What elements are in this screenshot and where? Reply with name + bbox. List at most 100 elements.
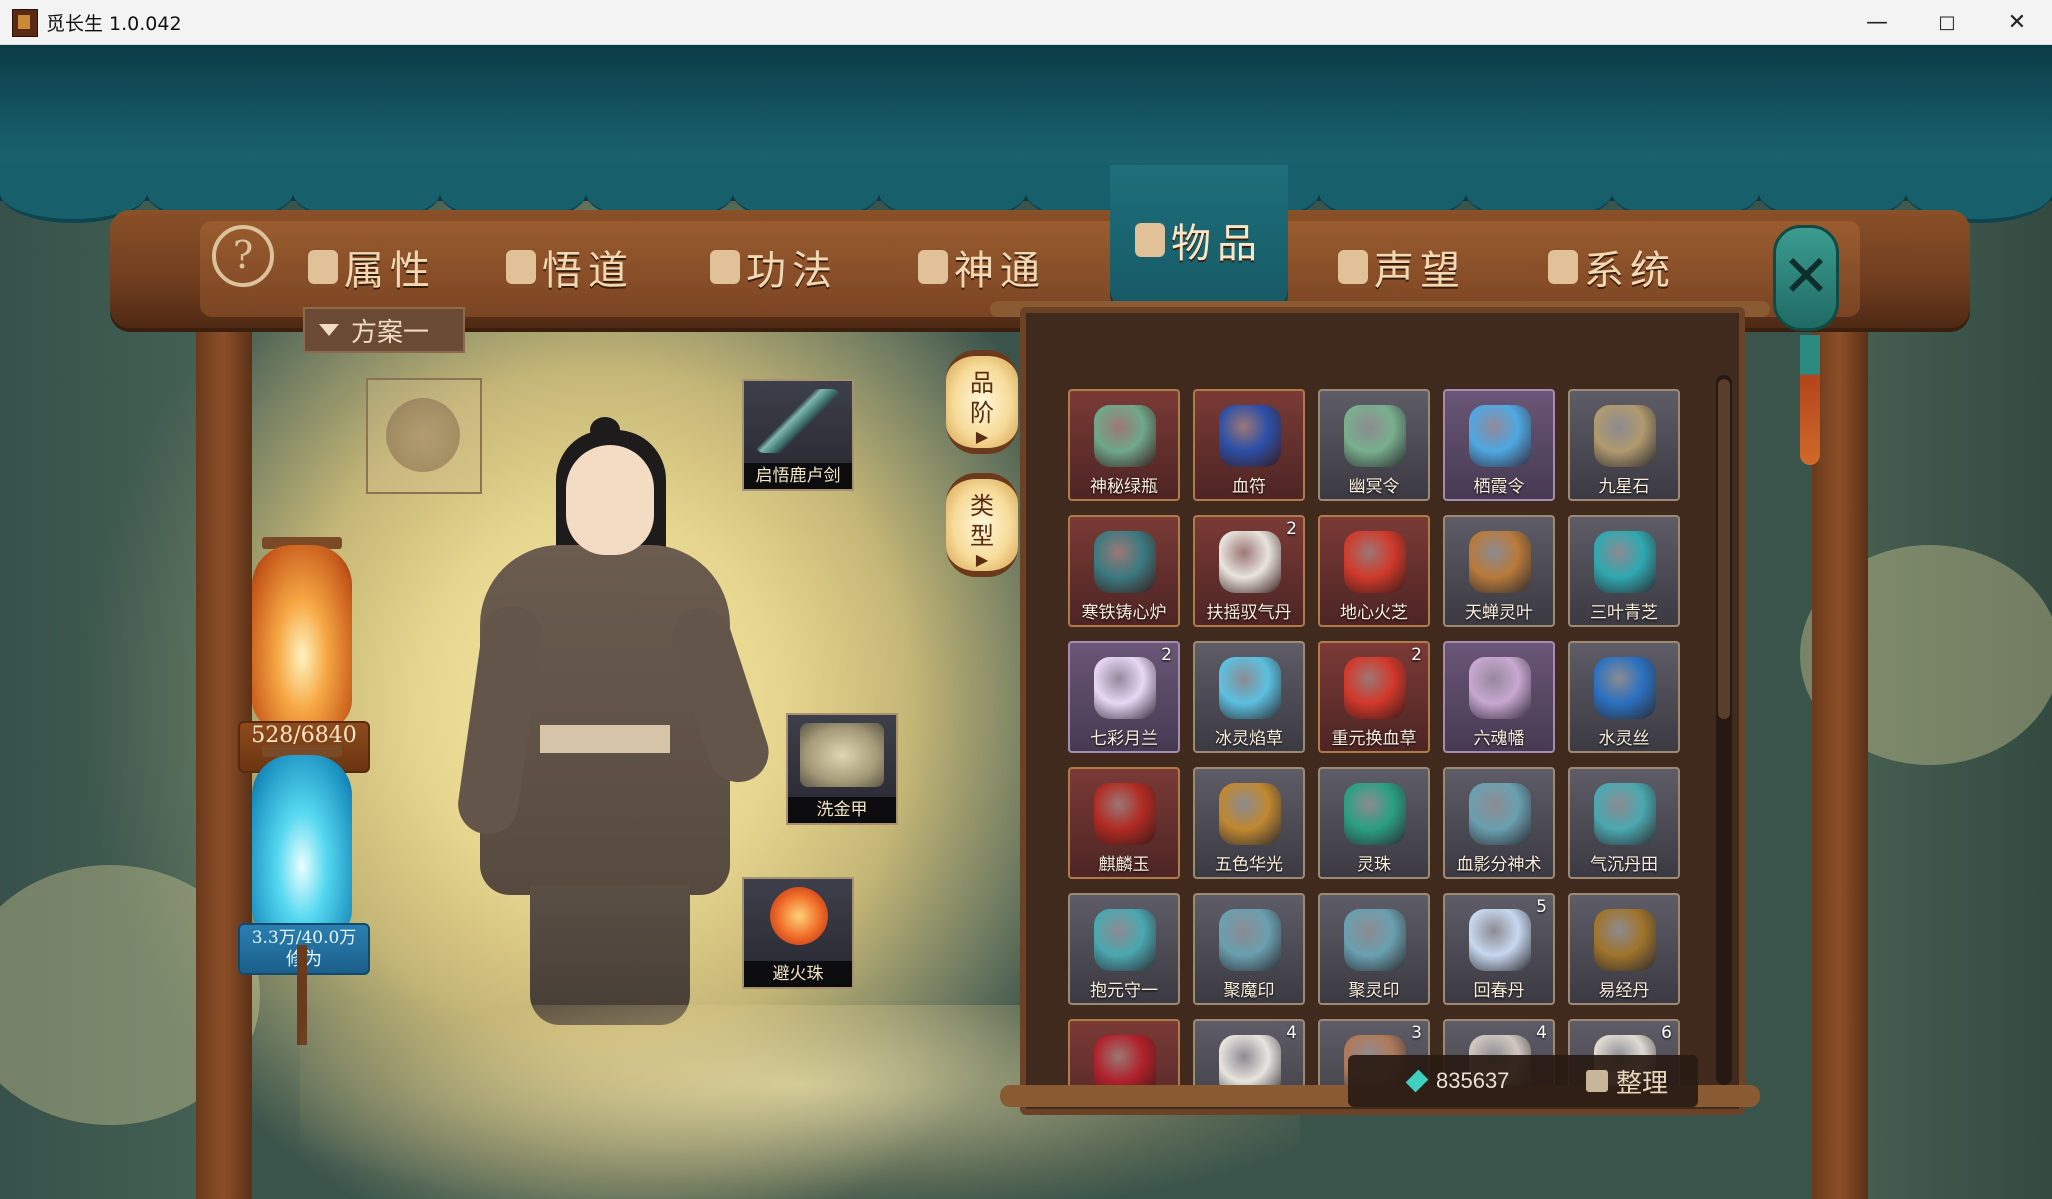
inventory-item[interactable]: 4 xyxy=(1193,1019,1305,1089)
item-name: 九星石 xyxy=(1598,477,1650,497)
panel-close-button[interactable]: ✕ xyxy=(1773,225,1839,331)
item-name: 幽冥令 xyxy=(1348,477,1400,497)
item-icon xyxy=(1344,657,1406,719)
hat-slot[interactable] xyxy=(366,378,482,494)
tab-enlightenment[interactable]: 悟道 xyxy=(506,223,634,311)
tab-items[interactable]: 物品 xyxy=(1110,165,1288,315)
item-name: 七彩月兰 xyxy=(1090,729,1158,749)
scrollbar-thumb[interactable] xyxy=(1718,379,1730,719)
currency-value: 835637 xyxy=(1436,1068,1510,1093)
item-count: 2 xyxy=(1411,645,1422,665)
gear-icon xyxy=(1548,250,1578,284)
item-name: 栖霞令 xyxy=(1473,477,1525,497)
help-button[interactable]: ? xyxy=(212,225,274,287)
item-icon xyxy=(1094,405,1156,467)
sort-icon xyxy=(1586,1070,1608,1092)
item-icon xyxy=(1469,405,1531,467)
inventory-item[interactable]: 血影分神术 xyxy=(1443,767,1555,879)
inventory-item[interactable]: 聚魔印 xyxy=(1193,893,1305,1005)
sword-icon xyxy=(756,389,840,453)
item-name: 三叶青芝 xyxy=(1590,603,1658,623)
inventory-item[interactable] xyxy=(1068,1019,1180,1089)
item-icon xyxy=(1594,531,1656,593)
plan-dropdown[interactable]: 方案一 xyxy=(303,307,465,353)
accessory-slot[interactable]: 避火珠 xyxy=(742,877,854,989)
inventory-item[interactable]: 水灵丝 xyxy=(1568,641,1680,753)
life-value: 528/6840 xyxy=(251,723,357,748)
inventory-item[interactable]: 回春丹 5 xyxy=(1443,893,1555,1005)
item-icon xyxy=(1344,783,1406,845)
item-icon xyxy=(1344,909,1406,971)
item-name: 麒麟玉 xyxy=(1098,855,1150,875)
inventory-item[interactable]: 灵珠 xyxy=(1318,767,1430,879)
weapon-slot[interactable]: 启悟鹿卢剑 xyxy=(742,379,854,491)
item-name: 聚魔印 xyxy=(1223,981,1275,1001)
item-icon xyxy=(1344,405,1406,467)
item-name: 冰灵焰草 xyxy=(1215,729,1283,749)
item-count: 4 xyxy=(1286,1023,1297,1043)
tab-attributes[interactable]: 属性 xyxy=(308,223,436,311)
inventory-item[interactable]: 重元换血草 2 xyxy=(1318,641,1430,753)
inventory-item[interactable]: 易经丹 xyxy=(1568,893,1680,1005)
window-title: 觅长生 1.0.042 xyxy=(46,13,182,35)
sort-button[interactable]: 整理 xyxy=(1586,1059,1668,1103)
item-icon xyxy=(1219,1035,1281,1089)
inventory-item[interactable]: 冰灵焰草 xyxy=(1193,641,1305,753)
banner-icon xyxy=(1338,250,1368,284)
scroll-icon xyxy=(710,250,740,284)
item-name: 回春丹 xyxy=(1473,981,1525,1001)
item-icon xyxy=(1094,783,1156,845)
inventory-item[interactable]: 神秘绿瓶 xyxy=(1068,389,1180,501)
tab-reputation[interactable]: 声望 xyxy=(1338,223,1466,311)
app-icon xyxy=(12,9,38,37)
inventory-item[interactable]: 六魂幡 xyxy=(1443,641,1555,753)
inventory-item[interactable]: 九星石 xyxy=(1568,389,1680,501)
item-name: 地心火芝 xyxy=(1340,603,1408,623)
inventory-item[interactable]: 麒麟玉 xyxy=(1068,767,1180,879)
item-icon xyxy=(1219,405,1281,467)
minimize-icon[interactable]: — xyxy=(1842,0,1912,44)
tab-system[interactable]: 系统 xyxy=(1548,223,1676,311)
item-name: 六魂幡 xyxy=(1473,729,1525,749)
inventory-item[interactable]: 扶摇驭气丹 2 xyxy=(1193,515,1305,627)
item-name: 抱元守一 xyxy=(1090,981,1158,1001)
item-icon xyxy=(1594,909,1656,971)
item-count: 2 xyxy=(1161,645,1172,665)
tab-divine-arts[interactable]: 神通 xyxy=(918,223,1046,311)
maximize-icon[interactable]: □ xyxy=(1912,0,1982,44)
inventory-item[interactable]: 血符 xyxy=(1193,389,1305,501)
inventory-item[interactable]: 天蝉灵叶 xyxy=(1443,515,1555,627)
grade-filter-button[interactable]: 品阶 ▶ xyxy=(946,350,1018,454)
inventory-item[interactable]: 抱元守一 xyxy=(1068,893,1180,1005)
item-icon xyxy=(1469,783,1531,845)
item-name: 易经丹 xyxy=(1598,981,1650,1001)
inventory-item[interactable]: 七彩月兰 2 xyxy=(1068,641,1180,753)
item-icon xyxy=(1094,909,1156,971)
item-icon xyxy=(1594,657,1656,719)
inventory-item[interactable]: 三叶青芝 xyxy=(1568,515,1680,627)
tassel-decoration xyxy=(1800,335,1820,465)
item-icon xyxy=(1094,531,1156,593)
inventory-item[interactable]: 寒铁铸心炉 xyxy=(1068,515,1180,627)
inventory-item[interactable]: 地心火芝 xyxy=(1318,515,1430,627)
play-arrow-icon: ▶ xyxy=(975,550,989,569)
item-count: 5 xyxy=(1536,897,1547,917)
close-icon[interactable]: ✕ xyxy=(1982,0,2052,44)
item-icon xyxy=(1594,405,1656,467)
armor-slot[interactable]: 洗金甲 xyxy=(786,713,898,825)
inventory-item[interactable]: 五色华光 xyxy=(1193,767,1305,879)
type-filter-button[interactable]: 类型 ▶ xyxy=(946,473,1018,577)
item-icon xyxy=(1344,531,1406,593)
inventory-item[interactable]: 气沉丹田 xyxy=(1568,767,1680,879)
tab-techniques[interactable]: 功法 xyxy=(710,223,838,311)
item-name: 水灵丝 xyxy=(1598,729,1650,749)
item-name: 扶摇驭气丹 xyxy=(1206,603,1292,623)
fire-orb-icon xyxy=(770,887,828,945)
item-name: 五色华光 xyxy=(1215,855,1283,875)
item-icon xyxy=(1469,909,1531,971)
inventory-item[interactable]: 栖霞令 xyxy=(1443,389,1555,501)
inventory-item[interactable]: 幽冥令 xyxy=(1318,389,1430,501)
inventory-item[interactable]: 聚灵印 xyxy=(1318,893,1430,1005)
hat-placeholder-icon xyxy=(386,398,460,472)
inventory-grid: 神秘绿瓶 血符 幽冥令 栖霞令 九星石 寒铁铸心炉 扶摇驭气丹 2 地心火芝 天蝉灵叶 三叶青芝 七彩… xyxy=(1068,389,1688,1089)
